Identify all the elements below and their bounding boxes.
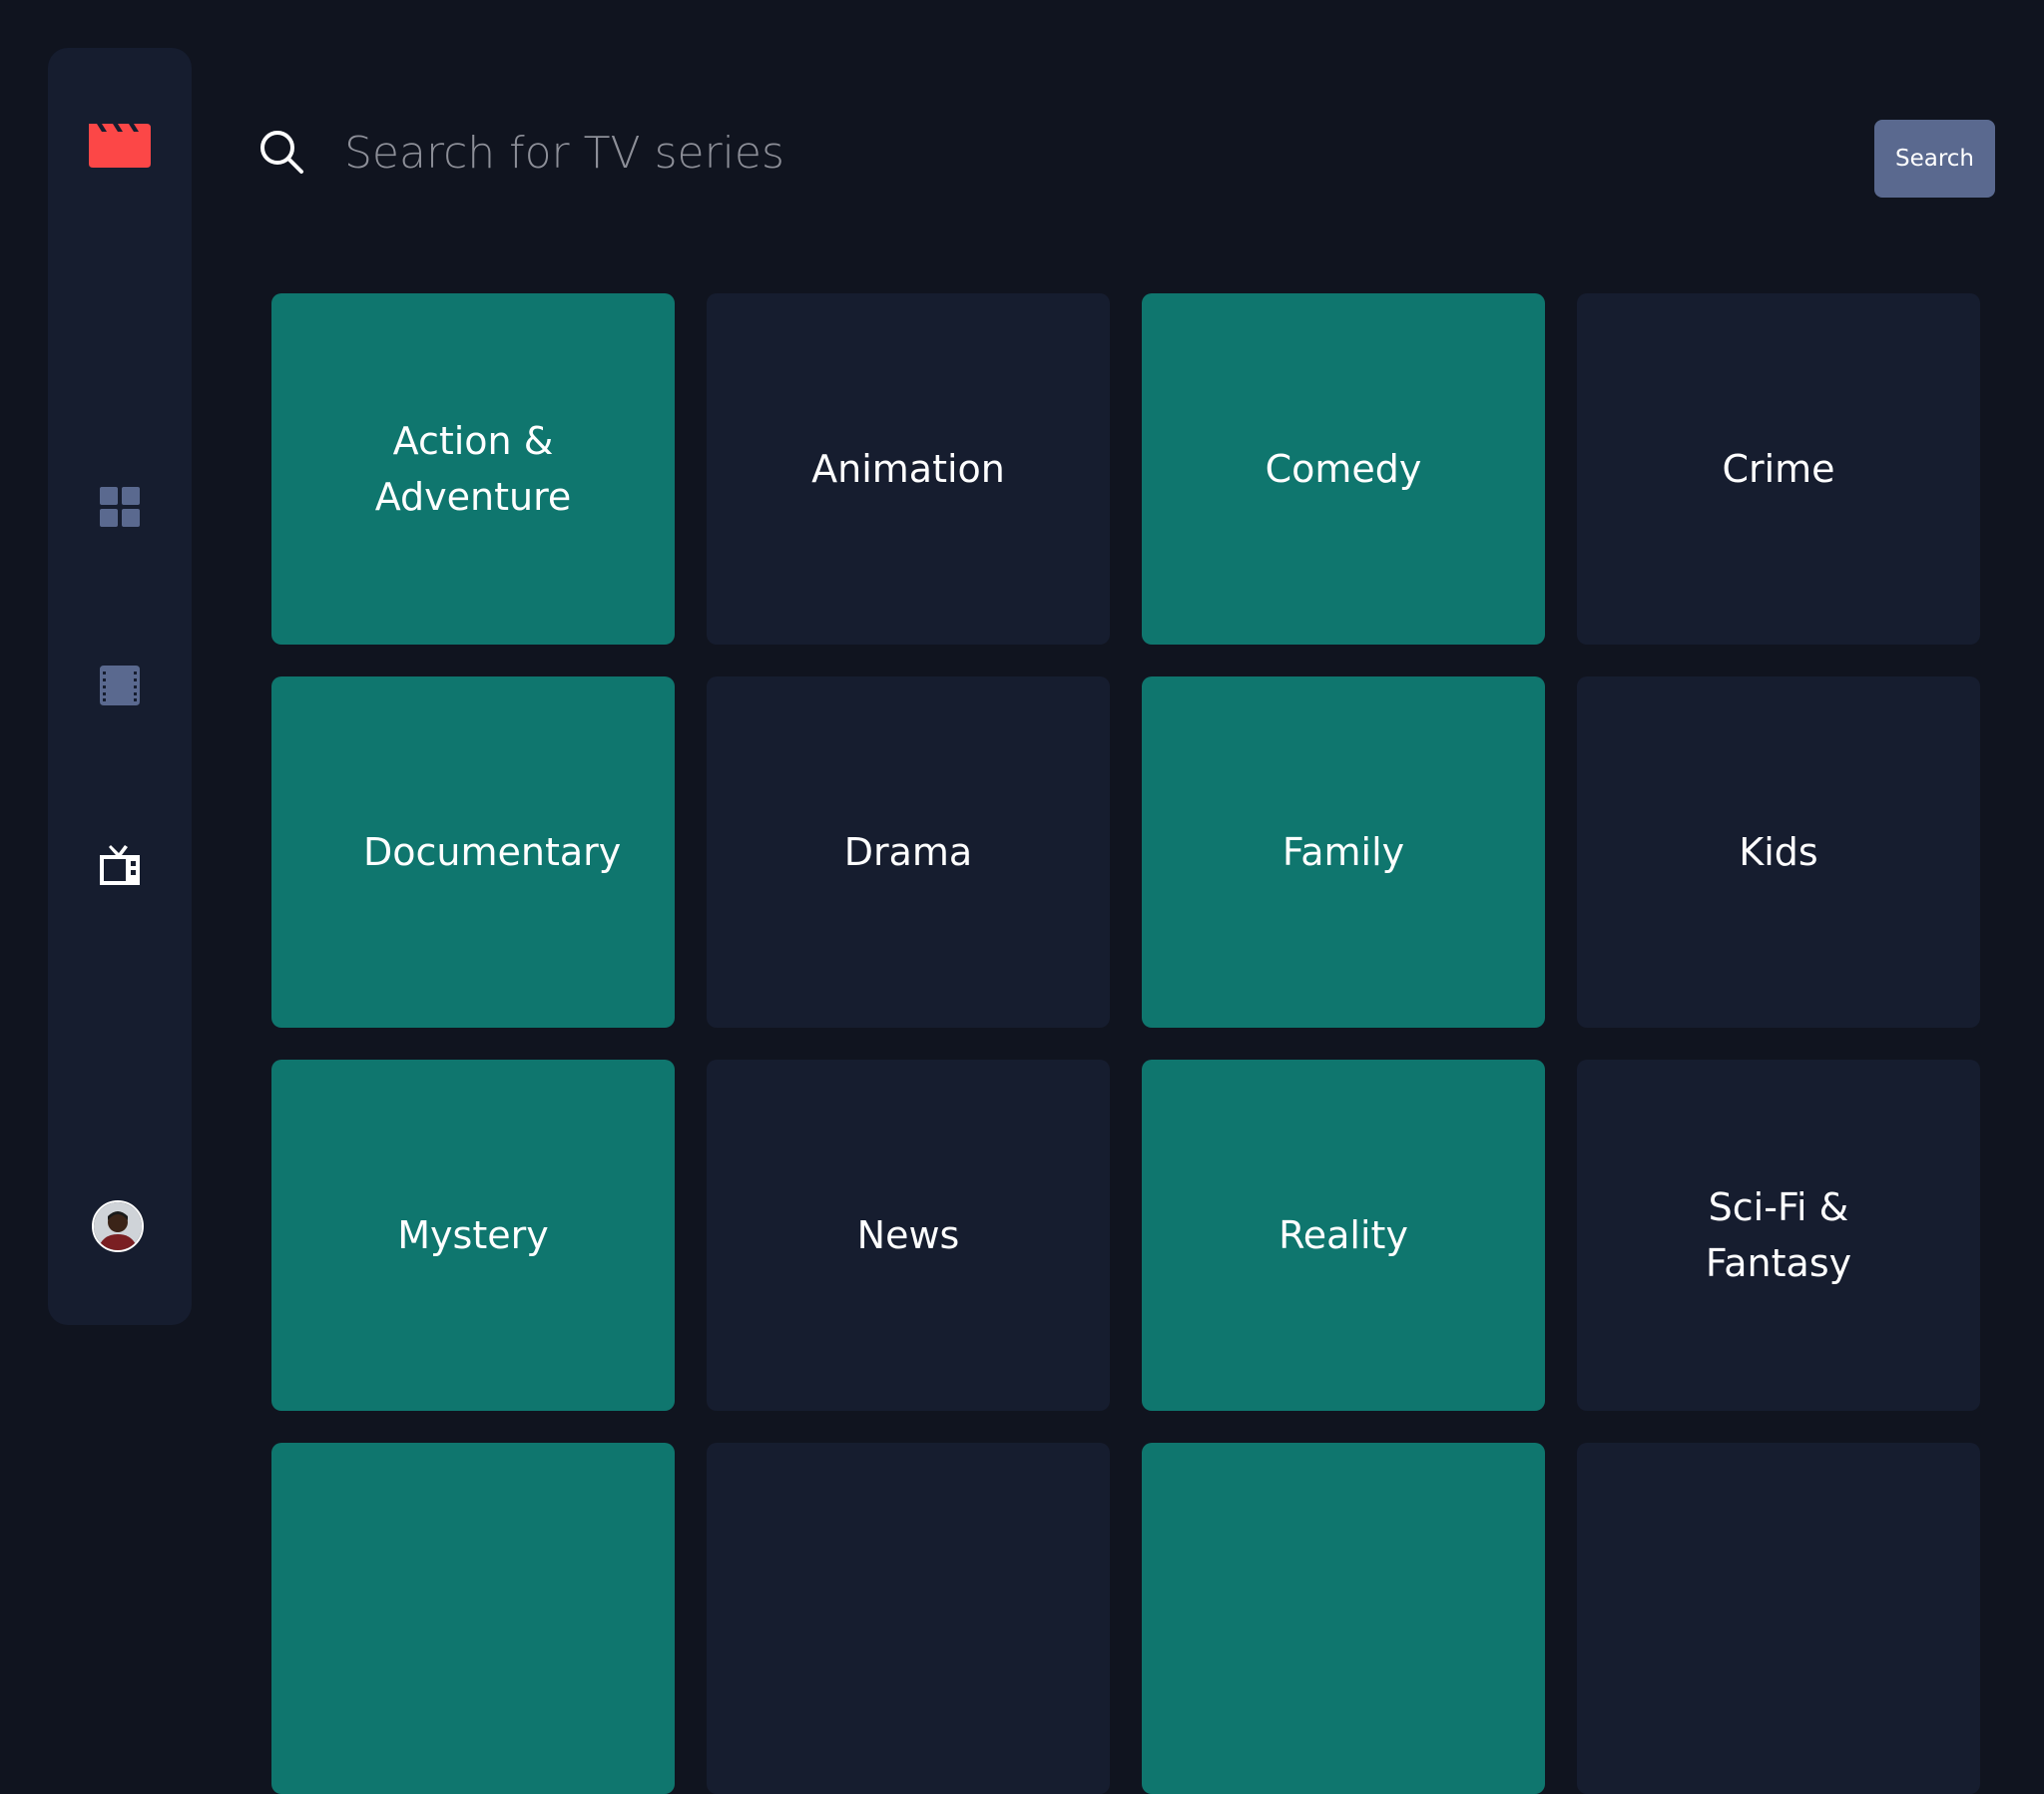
genre-label: Kids: [1739, 830, 1818, 874]
genre-label: Crime: [1722, 447, 1835, 491]
film-icon[interactable]: [100, 666, 140, 705]
genre-label: Animation: [811, 447, 1005, 491]
genre-card[interactable]: [1577, 1443, 1980, 1794]
genre-label: Documentary: [363, 830, 622, 874]
clapperboard-icon[interactable]: [89, 118, 151, 168]
genre-label: Family: [1281, 830, 1405, 874]
genre-card[interactable]: News: [707, 1060, 1110, 1411]
genre-grid: Action & Adventure Animation Comedy Crime Do…: [271, 293, 1980, 1794]
genre-card[interactable]: Action & Adventure: [271, 293, 675, 645]
genre-card[interactable]: Animation: [707, 293, 1110, 645]
search-input[interactable]: [342, 120, 1644, 186]
genre-card[interactable]: Documentary: [271, 676, 675, 1028]
genre-card[interactable]: Kids: [1577, 676, 1980, 1028]
genre-card[interactable]: [1142, 1443, 1545, 1794]
genre-card[interactable]: Sci-Fi & Fantasy: [1577, 1060, 1980, 1411]
genre-card[interactable]: Comedy: [1142, 293, 1545, 645]
grid-icon[interactable]: [100, 487, 140, 527]
tv-icon[interactable]: [100, 845, 140, 885]
genre-card[interactable]: Family: [1142, 676, 1545, 1028]
sidebar: [48, 48, 192, 1325]
search-button[interactable]: Search: [1874, 120, 1995, 198]
genre-label: Drama: [843, 830, 973, 874]
genre-label: Comedy: [1265, 447, 1422, 491]
genre-label: Reality: [1278, 1213, 1408, 1257]
search-icon: [260, 131, 303, 174]
genre-card[interactable]: Reality: [1142, 1060, 1545, 1411]
avatar-image: [94, 1202, 142, 1250]
genre-card[interactable]: [707, 1443, 1110, 1794]
genre-card[interactable]: [271, 1443, 675, 1794]
user-avatar[interactable]: [92, 1200, 144, 1252]
genre-card[interactable]: Crime: [1577, 293, 1980, 645]
genre-label: Mystery: [397, 1213, 549, 1257]
genre-label: Action & Adventure: [374, 419, 572, 519]
genre-card[interactable]: Drama: [707, 676, 1110, 1028]
genre-label: News: [856, 1213, 960, 1257]
genre-label: Sci-Fi & Fantasy: [1705, 1185, 1852, 1285]
genre-card[interactable]: Mystery: [271, 1060, 675, 1411]
search-bar: Search: [257, 120, 1995, 200]
